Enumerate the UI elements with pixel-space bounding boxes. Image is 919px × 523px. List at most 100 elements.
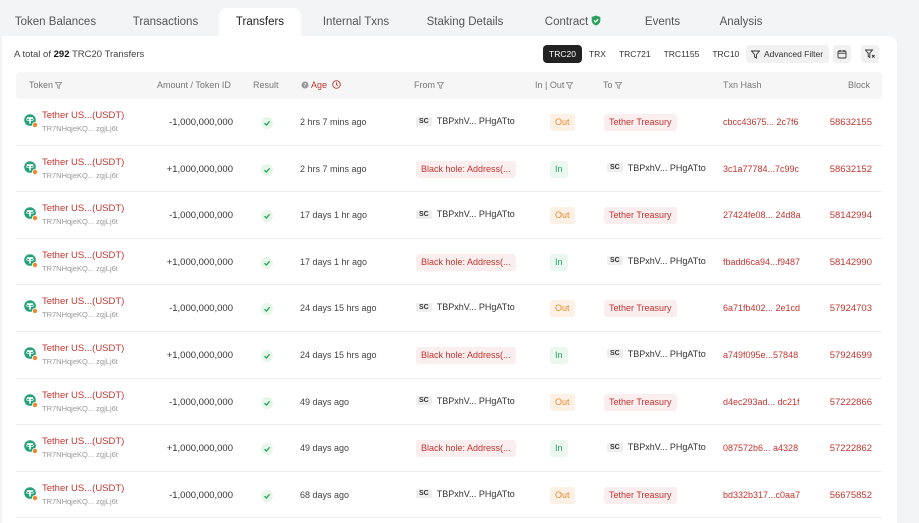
token-name-link[interactable]: Tether US...(USDT): [42, 343, 124, 354]
txn-hash-link[interactable]: fbadd6ca94...f9487: [723, 257, 800, 267]
transfer-amount: +1,000,000,000: [166, 443, 233, 455]
col-hash: Txn Hash: [723, 80, 762, 90]
tab-analysis[interactable]: Analysis: [711, 8, 771, 36]
table-row: Tether US...(USDT) TR7NHqjeKQ... zgjLj6t -…: [16, 99, 882, 146]
calendar-button[interactable]: [833, 45, 851, 63]
from-address-tag[interactable]: Black hole: Address(...: [416, 253, 516, 271]
to-address[interactable]: SC TBPxhV... PHgATto: [607, 256, 706, 266]
to-address-tag[interactable]: Tether Treasury: [604, 486, 677, 504]
to-address[interactable]: SC TBPxhV... PHgATto: [607, 442, 706, 452]
block-number-link[interactable]: 58142994: [830, 210, 872, 221]
txn-hash-link[interactable]: 27424fe08... 24d8a: [723, 210, 801, 220]
token-contract-address[interactable]: TR7NHqjeKQ... zgjLj6t: [42, 171, 118, 180]
tether-token-icon: [24, 114, 38, 128]
tab-events[interactable]: Events: [635, 8, 690, 36]
block-number-link[interactable]: 57222862: [830, 443, 872, 454]
filter-icon: [751, 50, 760, 59]
block-number-link[interactable]: 57924699: [830, 350, 872, 361]
tab-token-balances[interactable]: Token Balances: [8, 8, 103, 36]
txn-hash-link[interactable]: bd332b317...c0aa7: [723, 490, 800, 500]
token-name-link[interactable]: Tether US...(USDT): [42, 110, 124, 121]
token-name-link[interactable]: Tether US...(USDT): [42, 203, 124, 214]
funnel-icon: [55, 82, 63, 89]
contract-badge: SC: [607, 442, 623, 452]
result-status: [261, 396, 273, 409]
tether-token-icon: [24, 486, 38, 501]
txn-hash-link[interactable]: d4ec293ad... dc21f: [723, 397, 800, 407]
token-name-link[interactable]: Tether US...(USDT): [42, 483, 124, 494]
tab-internal-txns[interactable]: Internal Txns: [313, 8, 399, 36]
block-number-link[interactable]: 57222866: [830, 397, 872, 408]
block-number-link[interactable]: 58632152: [830, 164, 872, 175]
success-check-icon: [264, 260, 271, 266]
from-address[interactable]: SC TBPxhV... PHgATto: [416, 489, 515, 499]
txn-hash-link[interactable]: 6a71fb402... 2e1cd: [723, 303, 800, 313]
block-number-link[interactable]: 56675852: [830, 490, 872, 501]
tab-transactions[interactable]: Transactions: [118, 8, 213, 36]
filter-trc10[interactable]: TRC10: [706, 45, 745, 63]
transfer-amount: -1,000,000,000: [169, 396, 233, 408]
token-contract-address[interactable]: TR7NHqjeKQ... zgjLj6t: [42, 357, 118, 366]
from-address[interactable]: SC TBPxhV... PHgATto: [416, 116, 515, 126]
transfer-age: 24 days 15 hrs ago: [300, 303, 377, 314]
to-address-tag[interactable]: Tether Treasury: [604, 114, 677, 131]
token-contract-address[interactable]: TR7NHqjeKQ... zgjLj6t: [42, 264, 118, 273]
contract-badge: SC: [607, 163, 623, 173]
tab-contract[interactable]: Contract: [533, 8, 613, 36]
tether-token-icon: [24, 253, 38, 268]
calendar-icon: [837, 50, 847, 59]
token-name-link[interactable]: Tether US...(USDT): [42, 436, 124, 447]
direction-badge: In: [550, 440, 568, 458]
token-name-link[interactable]: Tether US...(USDT): [42, 390, 124, 401]
from-address-tag[interactable]: Black hole: Address(...: [416, 346, 516, 364]
clear-filter-button[interactable]: [861, 45, 879, 63]
verified-shield-icon: [591, 15, 601, 26]
block-number-link[interactable]: 58632155: [830, 117, 872, 128]
transfer-age: 17 days 1 hr ago: [300, 256, 368, 267]
filter-trx[interactable]: TRX: [583, 45, 612, 63]
to-address-tag[interactable]: Tether Treasury: [604, 393, 677, 411]
from-address[interactable]: SC TBPxhV... PHgATto: [416, 302, 515, 312]
token-contract-address[interactable]: TR7NHqjeKQ... zgjLj6t: [42, 497, 118, 506]
token-name-link[interactable]: Tether US...(USDT): [42, 157, 124, 168]
token-contract-address[interactable]: TR7NHqjeKQ... zgjLj6t: [42, 217, 118, 226]
result-status: [261, 210, 273, 223]
transfer-amount: -1,000,000,000: [169, 210, 233, 222]
clock-toggle-icon[interactable]: [331, 80, 341, 89]
col-inout[interactable]: In | Out: [535, 72, 574, 99]
transfer-amount: +1,000,000,000: [166, 163, 233, 175]
to-address[interactable]: SC TBPxhV... PHgATto: [607, 349, 706, 359]
block-number-link[interactable]: 57924703: [830, 303, 872, 314]
filter-trc721[interactable]: TRC721: [613, 45, 657, 63]
col-from[interactable]: From: [414, 72, 444, 99]
to-address-tag[interactable]: Tether Treasury: [604, 207, 677, 225]
to-address[interactable]: SC TBPxhV... PHgATto: [607, 163, 706, 173]
filter-trc20[interactable]: TRC20: [543, 45, 582, 63]
from-address[interactable]: SC TBPxhV... PHgATto: [416, 209, 515, 219]
txn-hash-link[interactable]: a749f095e...57848: [723, 350, 798, 360]
summary-prefix: A total of: [14, 49, 51, 60]
txn-hash-link[interactable]: cbcc43675... 2c7f6: [723, 117, 799, 127]
token-name-link[interactable]: Tether US...(USDT): [42, 296, 124, 307]
tab-staking-details[interactable]: Staking Details: [419, 8, 511, 36]
col-token[interactable]: Token: [29, 72, 63, 99]
from-address-tag[interactable]: Black hole: Address(...: [416, 440, 516, 458]
token-contract-address[interactable]: TR7NHqjeKQ... zgjLj6t: [42, 124, 118, 133]
txn-hash-link[interactable]: 3c1a77784...7c99c: [723, 164, 799, 174]
to-address-tag[interactable]: Tether Treasury: [604, 300, 677, 318]
result-status: [261, 256, 273, 269]
token-contract-address[interactable]: TR7NHqjeKQ... zgjLj6t: [42, 404, 118, 413]
token-name-link[interactable]: Tether US...(USDT): [42, 250, 124, 261]
txn-hash-link[interactable]: 087572b6... a4328: [723, 443, 798, 453]
token-contract-address[interactable]: TR7NHqjeKQ... zgjLj6t: [42, 450, 118, 459]
col-to[interactable]: To: [603, 72, 622, 99]
filter-trc1155[interactable]: TRC1155: [658, 45, 706, 63]
from-address[interactable]: SC TBPxhV... PHgATto: [416, 396, 515, 406]
advanced-filter-button[interactable]: Advanced Filter: [746, 45, 830, 63]
tab-transfers[interactable]: Transfers: [219, 8, 301, 36]
col-age[interactable]: ? Age: [299, 72, 341, 99]
block-number-link[interactable]: 58142990: [830, 257, 872, 268]
direction-badge: In: [550, 160, 568, 178]
from-address-tag[interactable]: Black hole: Address(...: [416, 160, 516, 178]
token-contract-address[interactable]: TR7NHqjeKQ... zgjLj6t: [42, 310, 118, 319]
